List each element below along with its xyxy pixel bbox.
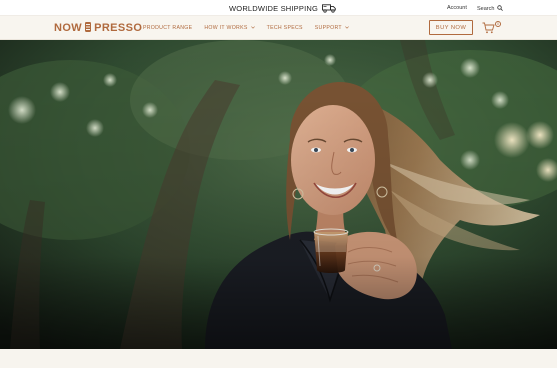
- nav-item-how-it-works[interactable]: HOW IT WORKS: [204, 25, 255, 31]
- search-link[interactable]: Search: [477, 5, 504, 13]
- woman-holding-espresso-glass-photo: [0, 40, 557, 349]
- delivery-truck-icon: [322, 4, 336, 13]
- logo-text-right: PRESSO: [94, 22, 143, 34]
- nav-menu: PRODUCT RANGE HOW IT WORKS TECH SPECS SU…: [143, 25, 349, 31]
- shipping-announcement: WORLDWIDE SHIPPING: [229, 3, 336, 14]
- hero-banner: [0, 40, 557, 349]
- cart-count-badge: 0: [495, 21, 501, 27]
- nav-item-product-range[interactable]: PRODUCT RANGE: [143, 25, 192, 31]
- nav-item-label: PRODUCT RANGE: [143, 25, 193, 31]
- logo-cup-icon: [84, 21, 92, 36]
- cart-icon[interactable]: [482, 21, 495, 39]
- search-label: Search: [477, 6, 495, 12]
- nav-item-label: SUPPORT: [314, 25, 342, 31]
- logo-text-left: NOW: [54, 22, 83, 34]
- chevron-down-icon: [250, 25, 255, 31]
- account-link[interactable]: Account: [447, 5, 467, 11]
- nav-item-support[interactable]: SUPPORT: [315, 25, 349, 31]
- nav-item-label: TECH SPECS: [266, 25, 303, 31]
- nowpresso-logo[interactable]: NOW PRESSO: [54, 21, 143, 36]
- shipping-text: WORLDWIDE SHIPPING: [229, 4, 319, 13]
- main-nav: NOW PRESSO PRODUCT RANGE HOW IT WORKS TE…: [0, 16, 557, 40]
- nav-item-tech-specs[interactable]: TECH SPECS: [267, 25, 303, 31]
- below-hero-section: [0, 349, 557, 368]
- search-icon: [497, 5, 504, 13]
- buy-now-button[interactable]: BUY NOW: [429, 20, 473, 35]
- announcement-bar: WORLDWIDE SHIPPING Account Search: [0, 0, 557, 16]
- chevron-down-icon: [345, 25, 349, 31]
- nav-item-label: HOW IT WORKS: [204, 25, 248, 31]
